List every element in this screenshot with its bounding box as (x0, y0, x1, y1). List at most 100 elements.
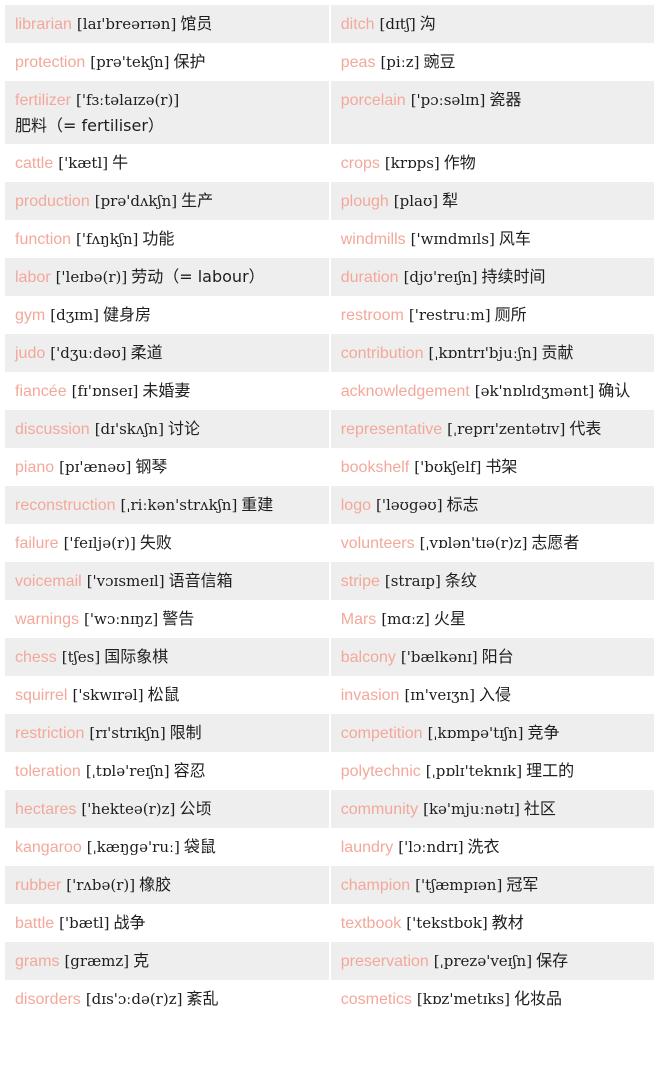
entry-word: judo (15, 345, 46, 362)
entry-meaning: 失败 (139, 533, 172, 552)
entry-word: failure (15, 535, 59, 552)
entry-phonetic: [dɪ'skʌʃn] (94, 420, 164, 438)
vocab-entry: bookshelf ['bʊkʃelf] 书架 (329, 448, 655, 486)
entry-phonetic: [laɪ'breərɪən] (76, 15, 177, 33)
vocab-entry: discussion [dɪ'skʌʃn] 讨论 (5, 410, 331, 448)
entry-meaning: 条纹 (444, 571, 477, 590)
entry-meaning: 社区 (523, 799, 556, 818)
entry-phonetic: ['lɔːndrɪ] (398, 838, 464, 856)
entry-word: labor (15, 269, 51, 286)
vocab-entry: gym [dʒɪm] 健身房 (5, 296, 331, 334)
vocab-entry: cattle ['kætl] 牛 (5, 144, 331, 182)
vocab-row: kangaroo [ˌkæŋgə'ruː] 袋鼠 laundry ['lɔːndrɪ] 洗… (5, 828, 655, 866)
vocab-row: fiancée [fɪ'ɒnseɪ] 未婚妻 acknowledgement [ək'n… (5, 372, 655, 410)
vocab-entry: duration [djʊ'reɪʃn] 持续时间 (329, 258, 655, 296)
entry-meaning: 冠军 (506, 875, 539, 894)
entry-word: reconstruction (15, 497, 116, 514)
entry-phonetic: ['wɪndmɪls] (410, 230, 495, 248)
entry-word: windmills (340, 231, 406, 248)
entry-word: grams (15, 953, 60, 970)
vocab-row: gym [dʒɪm] 健身房 restroom ['restruːm] 厕所 (5, 296, 655, 334)
entry-meaning: 限制 (169, 723, 202, 742)
entry-word: laundry (340, 839, 394, 856)
vocab-entry: laundry ['lɔːndrɪ] 洗衣 (329, 828, 655, 866)
vocab-entry: cosmetics [kɒz'metɪks] 化妆品 (329, 980, 655, 1018)
entry-meaning: 国际象棋 (104, 647, 169, 666)
vocab-entry: squirrel ['skwɪrəl] 松鼠 (5, 676, 331, 714)
vocab-row: battle ['bætl] 战争 textbook ['tekstbʊk] 教材 (5, 904, 655, 942)
entry-word: champion (340, 877, 411, 894)
entry-word: stripe (340, 573, 380, 590)
entry-meaning: 风车 (498, 229, 531, 248)
entry-word: textbook (340, 915, 402, 932)
entry-meaning: 柔道 (130, 343, 163, 362)
entry-phonetic: ['ləʊgəʊ] (376, 496, 443, 514)
entry-meaning: 橡胶 (139, 875, 172, 894)
entry-meaning: 战争 (113, 913, 146, 932)
vocab-entry: warnings ['wɔːnɪŋz] 警告 (5, 600, 331, 638)
vocab-entry: representative [ˌreprɪ'zentətɪv] 代表 (329, 410, 655, 448)
entry-phonetic: [ˌprezə'veɪʃn] (433, 952, 533, 970)
entry-phonetic: ['bætl] (59, 914, 110, 932)
entry-phonetic: ['fɜːtəlaɪzə(r)] (76, 91, 180, 109)
vocab-entry: crops [krɒps] 作物 (329, 144, 655, 182)
entry-word: piano (15, 459, 55, 476)
vocab-row: grams [græmz] 克 preservation [ˌprezə'veɪʃn] 保… (5, 942, 655, 980)
vocab-row: fertilizer ['fɜːtəlaɪzə(r)] 肥料（= fertilise… (5, 81, 655, 144)
entry-phonetic: ['tʃæmpɪən] (415, 876, 503, 894)
vocab-row: protection [prə'tekʃn] 保护 peas [piːz] 豌豆 (5, 43, 655, 81)
entry-phonetic: ['wɔːnɪŋz] (84, 610, 159, 628)
entry-phonetic: [græmz] (64, 952, 130, 970)
vocab-entry: competition [ˌkɒmpə'tɪʃn] 竞争 (329, 714, 655, 752)
entry-phonetic: [djʊ'reɪʃn] (403, 268, 478, 286)
entry-phonetic: ['rʌbə(r)] (66, 876, 136, 894)
vocab-entry: community [kə'mjuːnətɪ] 社区 (329, 790, 655, 828)
vocab-entry: acknowledgement [ək'nɒlɪdʒmənt] 确认 (329, 372, 655, 410)
entry-phonetic: [prə'dʌkʃn] (94, 192, 178, 210)
entry-meaning: 代表 (569, 419, 602, 438)
entry-word: fiancée (15, 383, 67, 400)
entry-phonetic: [dɪs'ɔːdə(r)z] (85, 990, 183, 1008)
entry-meaning: 牛 (112, 153, 129, 172)
vocab-entry: function ['fʌŋkʃn] 功能 (5, 220, 331, 258)
entry-meaning: 志愿者 (531, 533, 580, 552)
entry-meaning: 教材 (491, 913, 524, 932)
entry-word: representative (340, 421, 443, 438)
entry-phonetic: ['feɪljə(r)] (63, 534, 136, 552)
vocab-row: warnings ['wɔːnɪŋz] 警告 Mars [mɑːz] 火星 (5, 600, 655, 638)
entry-word: duration (340, 269, 399, 286)
vocab-row: rubber ['rʌbə(r)] 橡胶 champion ['tʃæmpɪən] 冠军 (5, 866, 655, 904)
entry-phonetic: ['leɪbə(r)] (55, 268, 128, 286)
entry-phonetic: [rɪ'strɪkʃn] (89, 724, 166, 742)
entry-meaning: 豌豆 (423, 52, 456, 71)
entry-word: community (340, 801, 419, 818)
entry-word: peas (340, 54, 376, 71)
entry-phonetic: ['pɔːsəlɪn] (410, 91, 486, 109)
entry-word: acknowledgement (340, 383, 470, 400)
entry-meaning: 紊乱 (186, 989, 219, 1008)
entry-word: kangaroo (15, 839, 82, 856)
entry-meaning: 馆员 (180, 14, 213, 33)
vocabulary-table: librarian [laɪ'breərɪən] 馆员 ditch [dɪtʃ] 沟 pro… (5, 5, 655, 1018)
vocab-row: reconstruction [ˌriːkən'strʌkʃn] 重建 logo ['l… (5, 486, 655, 524)
entry-word: competition (340, 725, 423, 742)
entry-word: plough (340, 193, 389, 210)
vocabulary-table-body: librarian [laɪ'breərɪən] 馆员 ditch [dɪtʃ] 沟 pro… (5, 5, 655, 1018)
vocab-row: labor ['leɪbə(r)] 劳动（= labour） duration [djʊ… (5, 258, 655, 296)
entry-word: crops (340, 155, 380, 172)
entry-meaning: 语音信箱 (168, 571, 233, 590)
entry-word: production (15, 193, 90, 210)
entry-phonetic: [ˌpɒlɪ'teknɪk] (425, 762, 523, 780)
entry-meaning: 克 (133, 951, 150, 970)
vocab-entry: preservation [ˌprezə'veɪʃn] 保存 (329, 942, 655, 980)
vocab-entry: grams [græmz] 克 (5, 942, 331, 980)
entry-phonetic: [plaʊ] (393, 192, 439, 210)
vocab-entry: restroom ['restruːm] 厕所 (329, 296, 655, 334)
entry-meaning: 沟 (419, 14, 436, 33)
entry-phonetic: [ˌriːkən'strʌkʃn] (120, 496, 238, 514)
entry-word: logo (340, 497, 371, 514)
vocab-entry: chess [tʃes] 国际象棋 (5, 638, 331, 676)
entry-meaning: 健身房 (103, 305, 152, 324)
entry-meaning: 阳台 (481, 647, 514, 666)
entry-word: fertilizer (15, 92, 72, 109)
